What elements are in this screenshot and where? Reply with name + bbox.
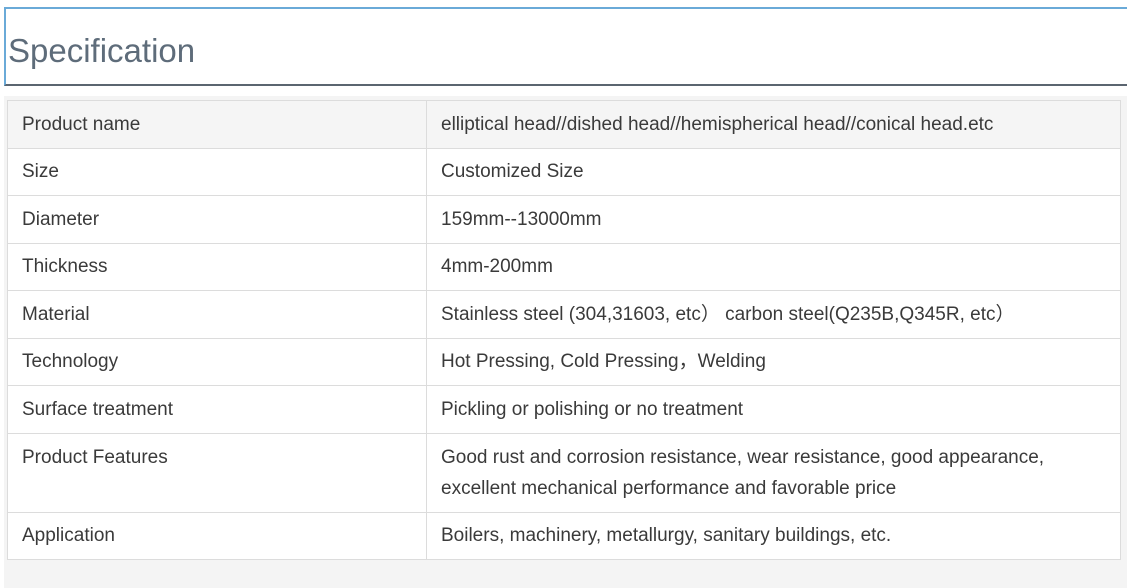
row-value: Stainless steel (304,31603, etc） carbon … xyxy=(426,290,1121,339)
row-value: elliptical head//dished head//hemispheri… xyxy=(426,100,1121,149)
table-row: Product name elliptical head//dished hea… xyxy=(7,100,1121,149)
row-label: Product Features xyxy=(7,432,427,513)
table-row: Size Customized Size xyxy=(7,147,1121,196)
row-value: Hot Pressing, Cold Pressing，Welding xyxy=(426,337,1121,386)
table-row: Thickness 4mm-200mm xyxy=(7,242,1121,291)
row-value: Pickling or polishing or no treatment xyxy=(426,385,1121,434)
row-label: Technology xyxy=(7,337,427,386)
row-label: Surface treatment xyxy=(7,385,427,434)
table-row: Application Boilers, machinery, metallur… xyxy=(7,511,1121,560)
table-row: Material Stainless steel (304,31603, etc… xyxy=(7,290,1121,339)
table-row: Product Features Good rust and corrosion… xyxy=(7,432,1121,513)
row-label: Product name xyxy=(7,100,427,149)
row-value: Good rust and corrosion resistance, wear… xyxy=(426,432,1121,513)
specification-table: Product name elliptical head//dished hea… xyxy=(7,100,1121,560)
row-label: Diameter xyxy=(7,195,427,244)
row-value: 159mm--13000mm xyxy=(426,195,1121,244)
row-value: Boilers, machinery, metallurgy, sanitary… xyxy=(426,511,1121,560)
specification-header: Specification xyxy=(4,7,1127,86)
row-label: Application xyxy=(7,511,427,560)
page: Specification Product name elliptical he… xyxy=(0,0,1127,588)
row-label: Size xyxy=(7,147,427,196)
row-label: Material xyxy=(7,290,427,339)
table-row: Surface treatment Pickling or polishing … xyxy=(7,385,1121,434)
specification-title: Specification xyxy=(8,32,196,69)
row-label: Thickness xyxy=(7,242,427,291)
row-value: Customized Size xyxy=(426,147,1121,196)
table-row: Diameter 159mm--13000mm xyxy=(7,195,1121,244)
table-row: Technology Hot Pressing, Cold Pressing，W… xyxy=(7,337,1121,386)
row-value: 4mm-200mm xyxy=(426,242,1121,291)
